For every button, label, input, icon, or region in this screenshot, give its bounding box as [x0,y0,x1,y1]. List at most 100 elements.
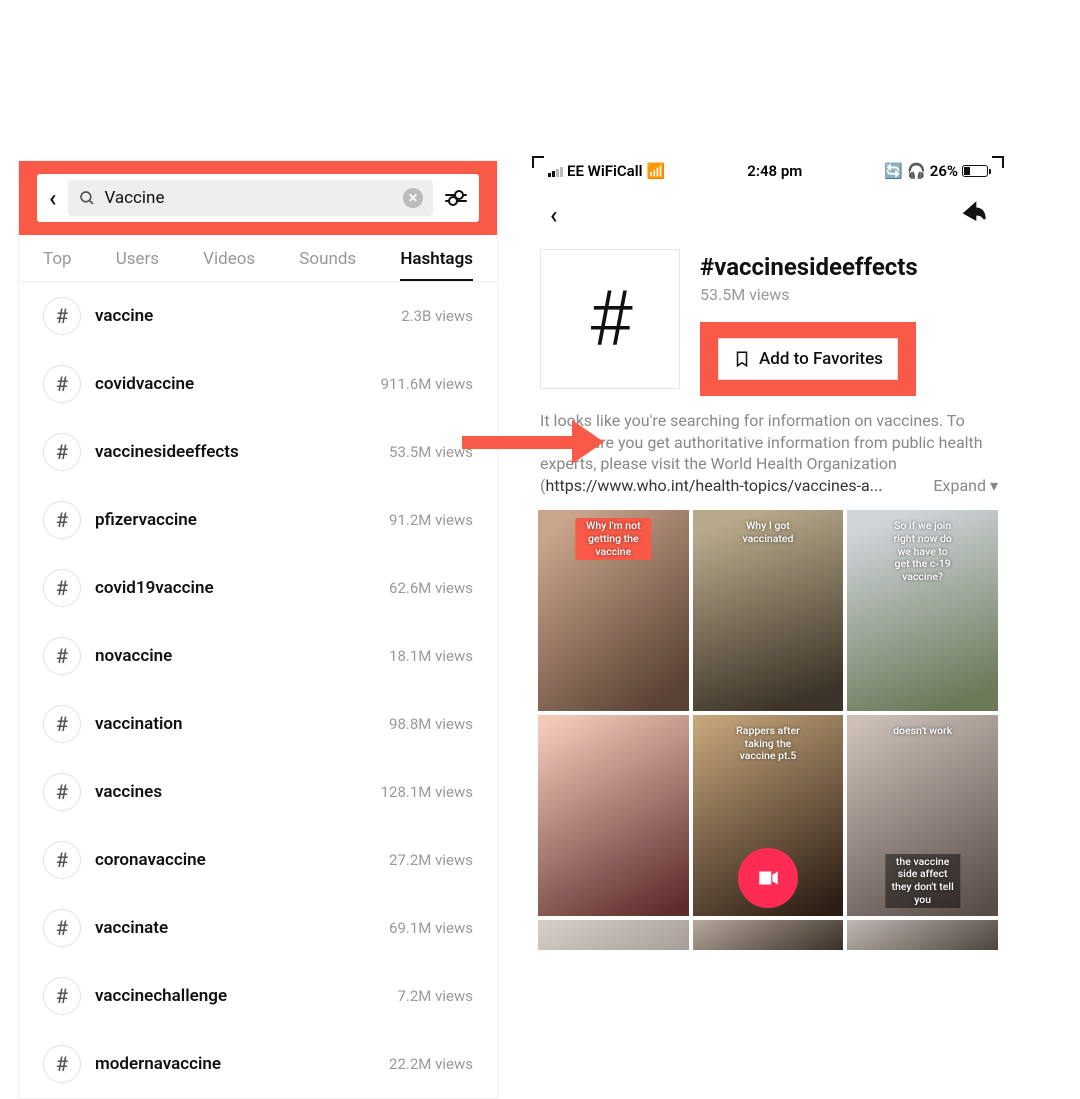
video-grid: Why I'm not getting the vaccine Why I got… [538,510,998,950]
hash-icon: # [43,977,81,1015]
tab-users[interactable]: Users [116,249,159,281]
hashtag-result-row[interactable]: #modernavaccine22.2M views [43,1030,473,1098]
back-icon[interactable]: ‹ [546,201,561,229]
headphones-icon: 🎧 [907,162,926,180]
video-thumbnail[interactable]: doesn't work the vaccine side affect they… [847,715,998,916]
tab-sounds[interactable]: Sounds [299,249,356,281]
tab-videos[interactable]: Videos [203,249,255,281]
expand-button[interactable]: Expand ▾ [933,475,998,497]
hash-icon: # [43,297,81,335]
hashtag-name: vaccinate [95,918,375,938]
hashtag-result-row[interactable]: #vaccinesideeffects53.5M views [43,418,473,486]
hashtag-result-row[interactable]: # covid19vaccine 62.6M views [43,554,473,622]
hashtag-name: coronavaccine [95,850,375,870]
hashtag-name: vaccine [95,306,387,326]
carrier-label: EE WiFiCall [567,162,643,180]
search-tabs: Top Users Videos Sounds Hashtags [19,235,497,282]
video-caption: So if we join right now do we have to ge… [885,518,960,585]
hashtag-views: 69.1M views [389,919,473,937]
hashtag-views: 53.5M views [700,285,996,304]
hashtag-name: vaccination [95,714,375,734]
video-caption: Rappers after taking the vaccine pt.5 [730,723,805,765]
back-icon[interactable]: ‹ [45,184,60,212]
video-thumbnail[interactable] [538,715,689,916]
search-screen: ‹ ✕ Top Users Videos Sounds Hashtags #va… [18,160,498,1099]
share-icon[interactable] [960,198,988,231]
video-thumbnail[interactable] [538,920,689,950]
video-thumbnail[interactable]: Rappers after taking the vaccine pt.5 [693,715,844,916]
hashtag-name: vaccines [95,782,367,802]
hashtag-result-row[interactable]: # vaccination 98.8M views [43,690,473,758]
status-time: 2:48 pm [747,162,802,180]
search-field[interactable]: ✕ [68,180,433,216]
video-thumbnail[interactable] [693,920,844,950]
hashtag-name: pfizervaccine [95,510,375,530]
tab-hashtags[interactable]: Hashtags [400,249,473,281]
bookmark-icon [733,350,751,368]
hash-icon: # [43,773,81,811]
hashtag-name: novaccine [95,646,375,666]
hash-icon: # [43,365,81,403]
hashtag-result-row[interactable]: # vaccines 128.1M views [43,758,473,826]
video-thumbnail[interactable]: Why I got vaccinated [693,510,844,711]
hashtag-result-row[interactable]: # coronavaccine 27.2M views [43,826,473,894]
video-thumbnail[interactable]: Why I'm not getting the vaccine [538,510,689,711]
hashtag-name: modernavaccine [95,1054,375,1074]
video-caption: doesn't work [888,723,957,740]
hashtag-views: 911.6M views [381,375,473,393]
status-bar: EE WiFiCall 📶 2:48 pm 🔄 🎧 26% [538,160,998,188]
hashtag-views: 98.8M views [389,715,473,733]
crop-mark-icon [992,156,1004,168]
video-caption: the vaccine side affect they don't tell … [885,854,960,908]
hashtag-views: 18.1M views [389,647,473,665]
hashtag-views: 128.1M views [381,783,473,801]
hashtag-name: covidvaccine [95,374,367,394]
hashtag-views: 2.3B views [401,307,473,325]
video-thumbnail[interactable]: So if we join right now do we have to ge… [847,510,998,711]
hashtag-views: 27.2M views [389,851,473,869]
who-link[interactable]: https://www.who.int/health-topics/vaccin… [545,476,882,495]
search-icon [78,189,96,207]
orientation-lock-icon: 🔄 [884,162,903,180]
hashtag-result-row[interactable]: # pfizervaccine 91.2M views [43,486,473,554]
hash-icon: # [43,841,81,879]
wifi-icon: 📶 [647,162,666,180]
video-thumbnail[interactable] [847,920,998,950]
hash-icon: # [43,637,81,675]
add-to-favorites-button[interactable]: Add to Favorites [718,338,898,380]
hashtag-results: # vaccine 2.3B views # covidvaccine 911.6M vi… [19,282,497,1098]
video-caption: Why I got vaccinated [730,518,805,547]
hashtag-name: vaccinechallenge [95,986,383,1006]
hashtag-result-row[interactable]: # covidvaccine 911.6M views [43,350,473,418]
hashtag-result-row[interactable]: # vaccine 2.3B views [43,282,473,350]
search-input[interactable] [104,188,395,208]
tab-top[interactable]: Top [43,249,72,281]
favorites-label: Add to Favorites [759,349,883,369]
record-button[interactable] [738,848,798,908]
hashtag-thumbnail: # [540,249,680,389]
video-caption: Why I'm not getting the vaccine [576,518,651,560]
hashtag-name: covid19vaccine [95,578,375,598]
crop-mark-icon [532,156,544,168]
health-notice: It looks like you're searching for infor… [538,410,998,496]
hashtag-result-row[interactable]: # novaccine 18.1M views [43,622,473,690]
hashtag-detail-screen: EE WiFiCall 📶 2:48 pm 🔄 🎧 26% ‹ # #vacci… [538,160,998,950]
clear-icon[interactable]: ✕ [403,188,423,208]
hashtag-views: 53.5M views [389,443,473,461]
hash-icon: # [43,1045,81,1083]
hashtag-views: 7.2M views [397,987,473,1005]
hash-icon: # [43,705,81,743]
hash-icon: # [43,569,81,607]
favorites-highlight: Add to Favorites [700,322,916,396]
filter-icon[interactable] [441,194,471,202]
hash-icon: # [43,501,81,539]
hashtag-result-row[interactable]: #vaccinate69.1M views [43,894,473,962]
hashtag-views: 62.6M views [389,579,473,597]
signal-icon [548,165,563,177]
annotation-arrow-icon [462,420,607,464]
hashtag-views: 91.2M views [389,511,473,529]
hashtag-result-row[interactable]: # vaccinechallenge 7.2M views [43,962,473,1030]
battery-icon [962,165,988,177]
search-bar-highlight: ‹ ✕ [19,161,497,235]
hashtag-title: #vaccinesideeffects [700,253,996,281]
